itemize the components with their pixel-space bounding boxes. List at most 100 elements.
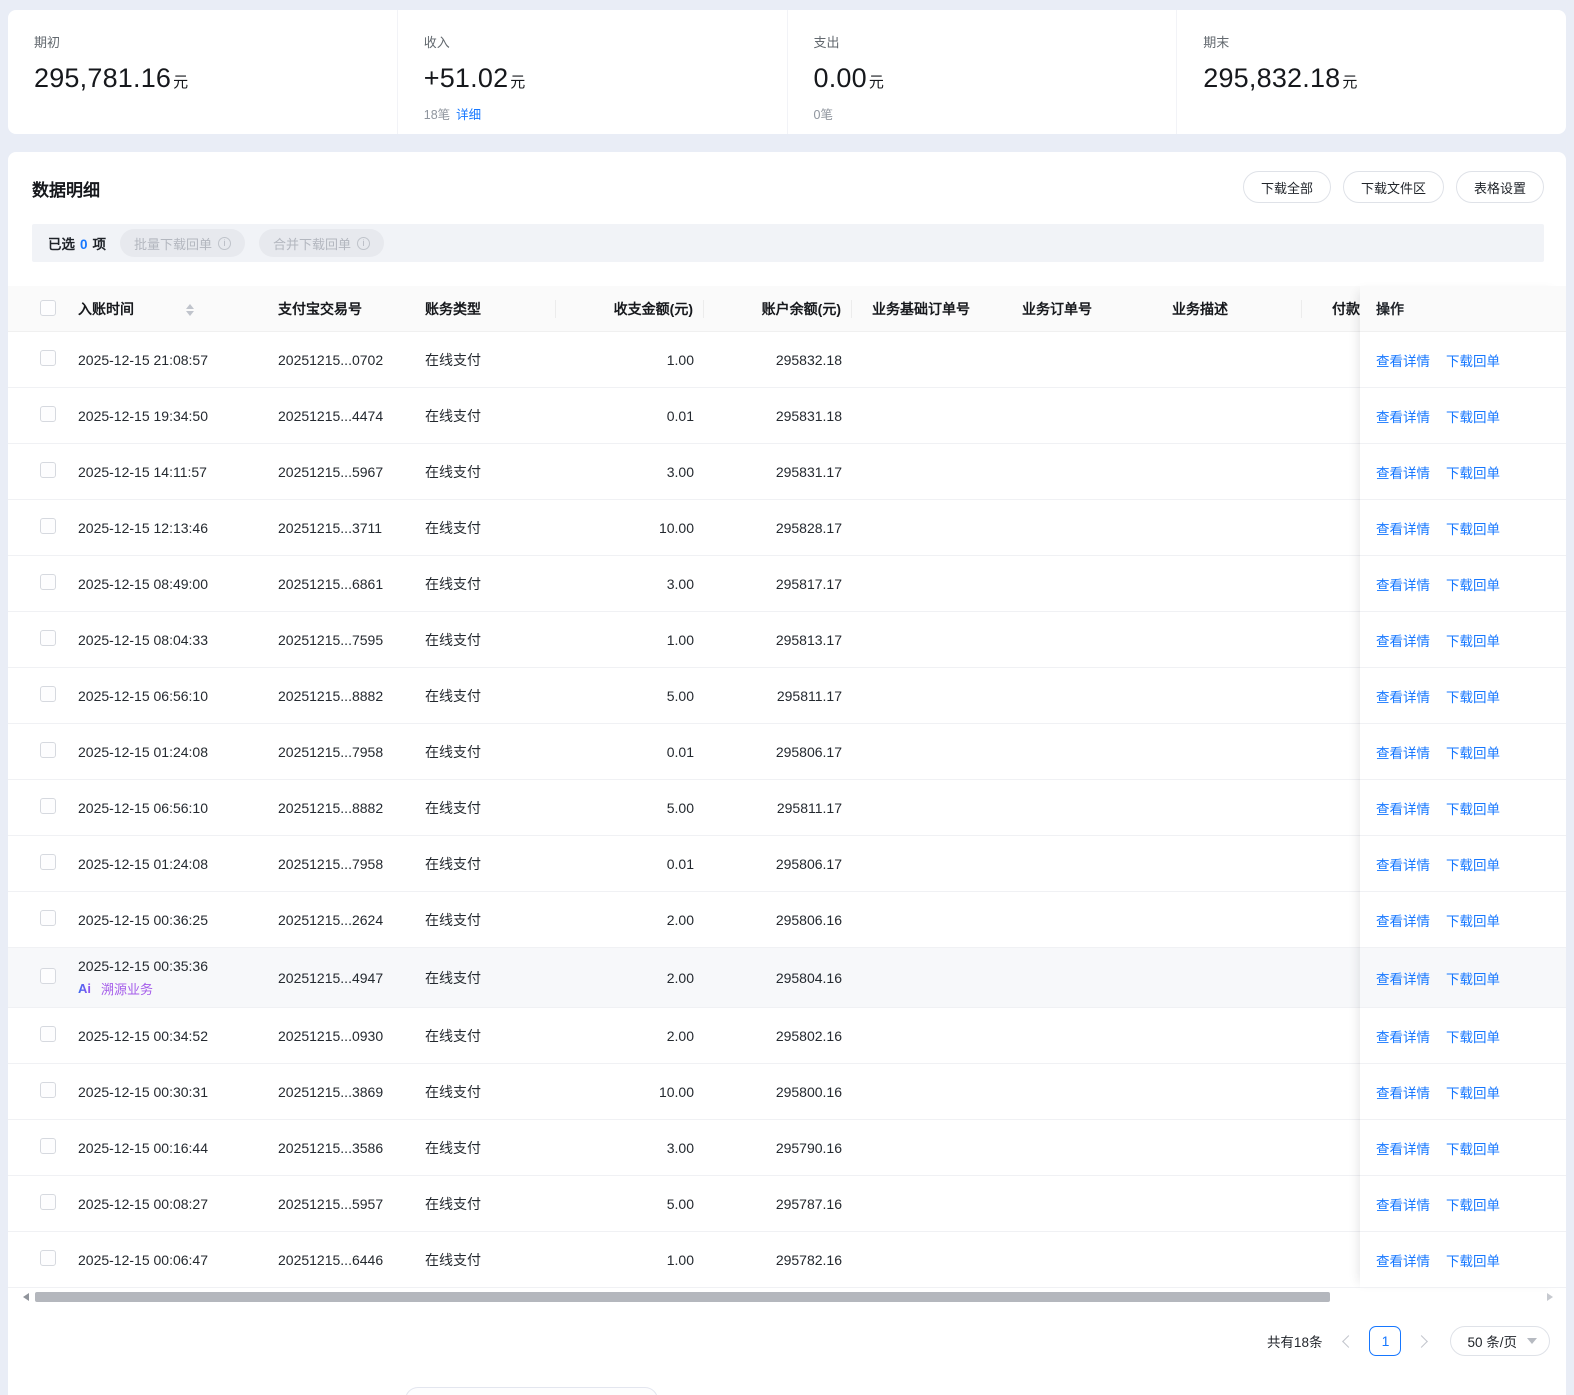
account-type-cell: 在线支付 xyxy=(425,743,481,760)
page-number-button[interactable]: 1 xyxy=(1369,1326,1402,1356)
entry-time-cell: 2025-12-15 00:36:25 xyxy=(78,912,262,928)
txn-id-cell: 20251215...7595 xyxy=(278,631,384,648)
account-type-cell: 在线支付 xyxy=(425,1195,481,1212)
entry-time: 2025-12-15 21:08:57 xyxy=(78,351,208,368)
download-receipt-link[interactable]: 下载回单 xyxy=(1446,1026,1500,1046)
balance-cell: 295811.17 xyxy=(776,687,842,704)
scroll-right-icon[interactable] xyxy=(1547,1293,1553,1301)
download-receipt-link[interactable]: 下载回单 xyxy=(1446,1194,1500,1214)
view-detail-link[interactable]: 查看详情 xyxy=(1376,798,1430,818)
floating-bar-partial[interactable] xyxy=(405,1387,658,1395)
download-receipt-link[interactable]: 下载回单 xyxy=(1446,350,1500,370)
download-filezone-button[interactable]: 下载文件区 xyxy=(1342,171,1444,203)
download-receipt-link[interactable]: 下载回单 xyxy=(1446,574,1500,594)
next-page-icon[interactable] xyxy=(1415,1334,1429,1348)
income-detail-link[interactable]: 详细 xyxy=(456,108,481,122)
row-checkbox[interactable] xyxy=(40,630,56,646)
chevron-down-icon xyxy=(1527,1338,1537,1344)
balance-cell: 295828.17 xyxy=(775,519,842,536)
table-row: 2025-12-15 00:16:44 20251215...3586 在线支付 3.… xyxy=(8,1120,1360,1176)
view-detail-link[interactable]: 查看详情 xyxy=(1376,462,1430,482)
row-checkbox[interactable] xyxy=(40,968,56,984)
row-checkbox[interactable] xyxy=(40,406,56,422)
txn-id-cell: 20251215...6446 xyxy=(278,1251,384,1268)
download-receipt-link[interactable]: 下载回单 xyxy=(1446,462,1500,482)
operation-cell: 查看详情 下载回单 xyxy=(1360,1064,1566,1120)
view-detail-link[interactable]: 查看详情 xyxy=(1376,910,1430,930)
entry-time-cell: 2025-12-15 08:49:00 xyxy=(78,576,262,592)
download-receipt-link[interactable]: 下载回单 xyxy=(1446,742,1500,762)
header-account-type: 账务类型 xyxy=(409,299,556,318)
view-detail-link[interactable]: 查看详情 xyxy=(1376,1138,1430,1158)
trace-tag[interactable]: Ai 溯源业务 xyxy=(78,979,262,998)
entry-time-cell: 2025-12-15 14:11:57 xyxy=(78,464,262,480)
download-receipt-link[interactable]: 下载回单 xyxy=(1446,798,1500,818)
download-receipt-link[interactable]: 下载回单 xyxy=(1446,630,1500,650)
view-detail-link[interactable]: 查看详情 xyxy=(1376,630,1430,650)
scroll-left-icon[interactable] xyxy=(23,1293,29,1301)
row-checkbox[interactable] xyxy=(40,1026,56,1042)
row-checkbox[interactable] xyxy=(40,854,56,870)
page-size-select[interactable]: 50 条/页 xyxy=(1450,1326,1550,1356)
sort-icon[interactable] xyxy=(186,303,194,316)
view-detail-link[interactable]: 查看详情 xyxy=(1376,1250,1430,1270)
balance-cell: 295811.17 xyxy=(776,799,842,816)
view-detail-link[interactable]: 查看详情 xyxy=(1376,574,1430,594)
row-checkbox-cell xyxy=(32,686,78,705)
table-row: 2025-12-15 00:35:36 Ai 溯源业务 20251215...4947… xyxy=(8,948,1360,1008)
scrollbar-thumb[interactable] xyxy=(35,1292,1330,1302)
download-receipt-link[interactable]: 下载回单 xyxy=(1446,406,1500,426)
row-checkbox-cell xyxy=(32,854,78,873)
row-checkbox[interactable] xyxy=(40,910,56,926)
prev-page-icon[interactable] xyxy=(1342,1334,1356,1348)
download-receipt-link[interactable]: 下载回单 xyxy=(1446,1082,1500,1102)
download-receipt-link[interactable]: 下载回单 xyxy=(1446,1250,1500,1270)
operation-cell: 查看详情 下载回单 xyxy=(1360,724,1566,780)
view-detail-link[interactable]: 查看详情 xyxy=(1376,742,1430,762)
download-all-button[interactable]: 下载全部 xyxy=(1242,171,1331,203)
account-type-cell: 在线支付 xyxy=(425,1083,481,1100)
view-detail-link[interactable]: 查看详情 xyxy=(1376,854,1430,874)
row-checkbox[interactable] xyxy=(40,798,56,814)
entry-time-cell: 2025-12-15 12:13:46 xyxy=(78,520,262,536)
merge-download-receipt-button[interactable]: 合并下载回单 xyxy=(259,229,385,257)
download-receipt-link[interactable]: 下载回单 xyxy=(1446,518,1500,538)
info-icon xyxy=(357,236,371,250)
table-row: 2025-12-15 19:34:50 20251215...4474 在线支付 0.… xyxy=(8,388,1360,444)
view-detail-link[interactable]: 查看详情 xyxy=(1376,1026,1430,1046)
row-checkbox-cell xyxy=(32,630,78,649)
download-receipt-link[interactable]: 下载回单 xyxy=(1446,968,1500,988)
view-detail-link[interactable]: 查看详情 xyxy=(1376,350,1430,370)
select-all-checkbox[interactable] xyxy=(40,299,56,316)
view-detail-link[interactable]: 查看详情 xyxy=(1376,518,1430,538)
view-detail-link[interactable]: 查看详情 xyxy=(1376,686,1430,706)
row-checkbox[interactable] xyxy=(40,1194,56,1210)
download-receipt-link[interactable]: 下载回单 xyxy=(1446,1138,1500,1158)
view-detail-link[interactable]: 查看详情 xyxy=(1376,1194,1430,1214)
download-receipt-link[interactable]: 下载回单 xyxy=(1446,910,1500,930)
row-checkbox-cell xyxy=(32,574,78,593)
row-checkbox[interactable] xyxy=(40,742,56,758)
batch-download-receipt-button[interactable]: 批量下载回单 xyxy=(120,229,246,257)
row-checkbox[interactable] xyxy=(40,1082,56,1098)
row-checkbox[interactable] xyxy=(40,350,56,366)
download-receipt-link[interactable]: 下载回单 xyxy=(1446,854,1500,874)
row-checkbox[interactable] xyxy=(40,686,56,702)
row-checkbox[interactable] xyxy=(40,1138,56,1154)
view-detail-link[interactable]: 查看详情 xyxy=(1376,1082,1430,1102)
table-settings-button[interactable]: 表格设置 xyxy=(1455,171,1544,203)
account-type-cell: 在线支付 xyxy=(425,351,481,368)
entry-time-cell: 2025-12-15 06:56:10 xyxy=(78,688,262,704)
view-detail-link[interactable]: 查看详情 xyxy=(1376,406,1430,426)
entry-time: 2025-12-15 14:11:57 xyxy=(78,463,207,480)
view-detail-link[interactable]: 查看详情 xyxy=(1376,968,1430,988)
row-checkbox[interactable] xyxy=(40,462,56,478)
op-body: 查看详情 下载回单 查看详情 下载回单 查看详情 下载回单 查看详情 下载回单 查看详情 下载回单… xyxy=(1360,332,1566,1288)
row-checkbox[interactable] xyxy=(40,574,56,590)
summary-label: 支出 xyxy=(813,35,840,50)
txn-id-cell: 20251215...3869 xyxy=(278,1083,384,1100)
row-checkbox[interactable] xyxy=(40,1250,56,1266)
header-order: 业务订单号 xyxy=(1022,300,1092,317)
row-checkbox[interactable] xyxy=(40,518,56,534)
download-receipt-link[interactable]: 下载回单 xyxy=(1446,686,1500,706)
